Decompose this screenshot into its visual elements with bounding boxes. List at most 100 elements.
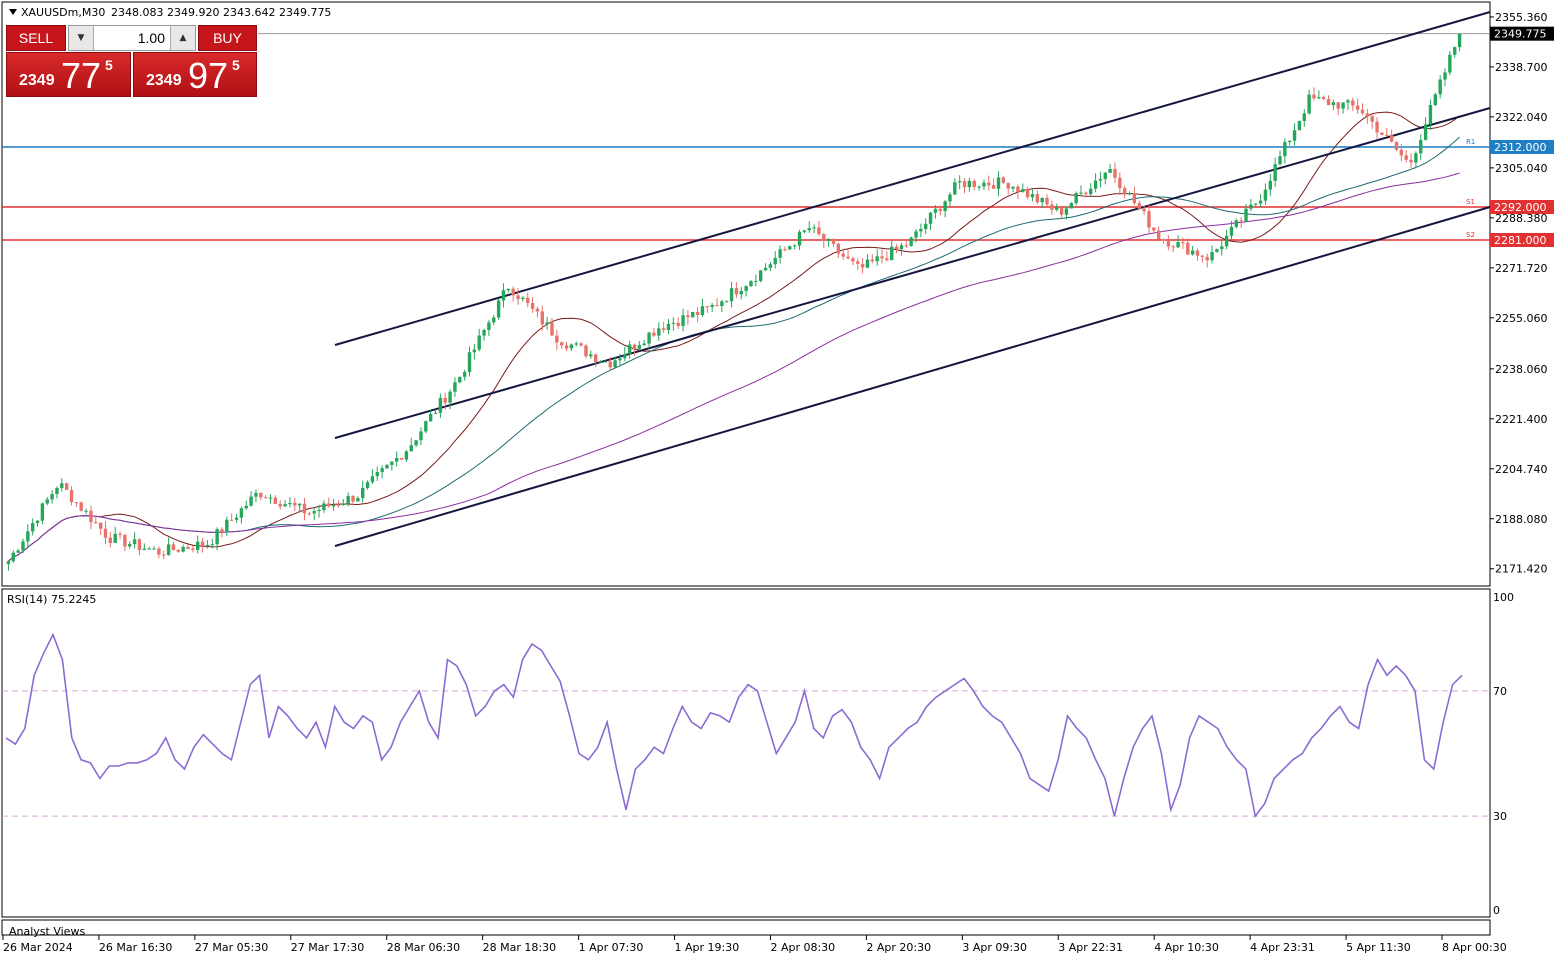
price-axis-label: 2271.720 [1495, 262, 1548, 275]
candle-body [948, 194, 952, 202]
candle-body [370, 476, 375, 483]
candle-body [1011, 186, 1015, 189]
time-axis-label: 2 Apr 08:30 [770, 941, 835, 954]
candle-body [1229, 226, 1234, 236]
candle-body [361, 487, 365, 499]
candle-body [1438, 79, 1442, 95]
candle-body [467, 352, 472, 373]
candle-body [1035, 194, 1040, 203]
candle-body [84, 510, 88, 512]
candle-body [953, 182, 957, 195]
candle-body [1258, 200, 1263, 204]
lot-size-input[interactable]: 1.00 [95, 26, 169, 50]
buy-button[interactable]: BUY [198, 25, 257, 51]
time-axis-label: 4 Apr 10:30 [1154, 941, 1219, 954]
price-axis-label: 2238.060 [1495, 363, 1548, 376]
candle-body [1433, 94, 1438, 106]
buy-price-button[interactable]: 2349 97 5 [133, 52, 257, 97]
candle-body [424, 421, 428, 432]
candle-body [627, 344, 632, 355]
chart-canvas: R1 S1 S2 2355.360 2338.700 2322.040 2305.040 2… [1, 1, 1554, 954]
candle-body [1171, 246, 1175, 248]
sell-button[interactable]: SELL [6, 25, 66, 51]
lot-increase-triangle-up-icon[interactable]: ▲ [170, 26, 195, 50]
candle-body [487, 322, 491, 330]
candle-body [16, 550, 20, 553]
candle-body [94, 522, 98, 524]
candle-body [812, 227, 816, 229]
candle-body [632, 344, 637, 349]
time-axis-label: 2 Apr 20:30 [866, 941, 931, 954]
candle-body [1215, 249, 1219, 253]
candle-body [1380, 132, 1384, 135]
candle-body [807, 228, 811, 231]
candle-body [1351, 100, 1355, 106]
candle-body [1084, 192, 1088, 195]
candle-body [657, 328, 661, 336]
candle-body [1118, 177, 1122, 189]
candle-body [171, 544, 176, 550]
candle-body [773, 257, 777, 265]
candle-body [341, 503, 346, 506]
lot-decrease-triangle-down-icon[interactable]: ▼ [69, 26, 94, 50]
candle-body [530, 303, 535, 309]
candle-body [516, 295, 520, 300]
candle-body [443, 397, 447, 403]
candle-body [894, 246, 899, 250]
candle-body [1089, 188, 1093, 195]
candle-body [1302, 113, 1306, 122]
candle-body [331, 504, 336, 507]
candle-body [661, 328, 666, 331]
candle-body [312, 511, 316, 514]
candle-body [1254, 203, 1258, 205]
price-axis-label: 2305.040 [1495, 162, 1548, 175]
candle-body [1055, 207, 1059, 210]
candle-body [841, 253, 845, 257]
candle-body [928, 212, 933, 224]
candle-body [1074, 193, 1078, 204]
candle-body [967, 180, 972, 188]
lot-size-stepper[interactable]: ▼ 1.00 ▲ [68, 25, 196, 51]
candle-body [1297, 121, 1302, 131]
candle-body [1132, 193, 1137, 204]
candle-body [380, 468, 384, 473]
candle-body [797, 231, 802, 246]
candle-body [1190, 250, 1195, 255]
candle-body [569, 344, 574, 349]
candle-body [933, 208, 938, 213]
candle-body [244, 505, 248, 509]
candle-body [1050, 204, 1054, 210]
candle-body [691, 311, 695, 318]
candle-body [836, 243, 841, 254]
candle-body [1428, 105, 1433, 125]
candle-body [700, 306, 705, 316]
candle-body [404, 451, 409, 460]
candle-body [758, 270, 763, 281]
candle-body [307, 513, 312, 515]
candle-body [802, 230, 807, 232]
candle-body [157, 548, 161, 555]
buy-price-big: 97 [188, 55, 229, 96]
candle-body [1239, 220, 1243, 222]
candle-body [739, 290, 743, 295]
time-axis-label: 4 Apr 23:31 [1250, 941, 1315, 954]
candle-body [482, 329, 486, 336]
candle-body [1409, 159, 1413, 163]
candle-body [1069, 203, 1074, 209]
candle-body [729, 288, 734, 302]
candle-body [521, 297, 525, 300]
candle-body [302, 503, 307, 514]
candle-body [128, 544, 132, 547]
candle-body [506, 288, 511, 291]
rsi-axis-label: 100 [1493, 591, 1514, 604]
sell-price-button[interactable]: 2349 77 5 [6, 52, 131, 97]
candle-body [293, 502, 297, 506]
candle-body [399, 457, 404, 460]
candle-body [860, 263, 865, 268]
candle-body [428, 413, 433, 422]
candle-body [283, 504, 287, 507]
time-axis-label: 26 Mar 2024 [3, 941, 73, 954]
candle-body [705, 306, 710, 308]
candle-body [60, 483, 64, 488]
candle-body [977, 186, 981, 188]
